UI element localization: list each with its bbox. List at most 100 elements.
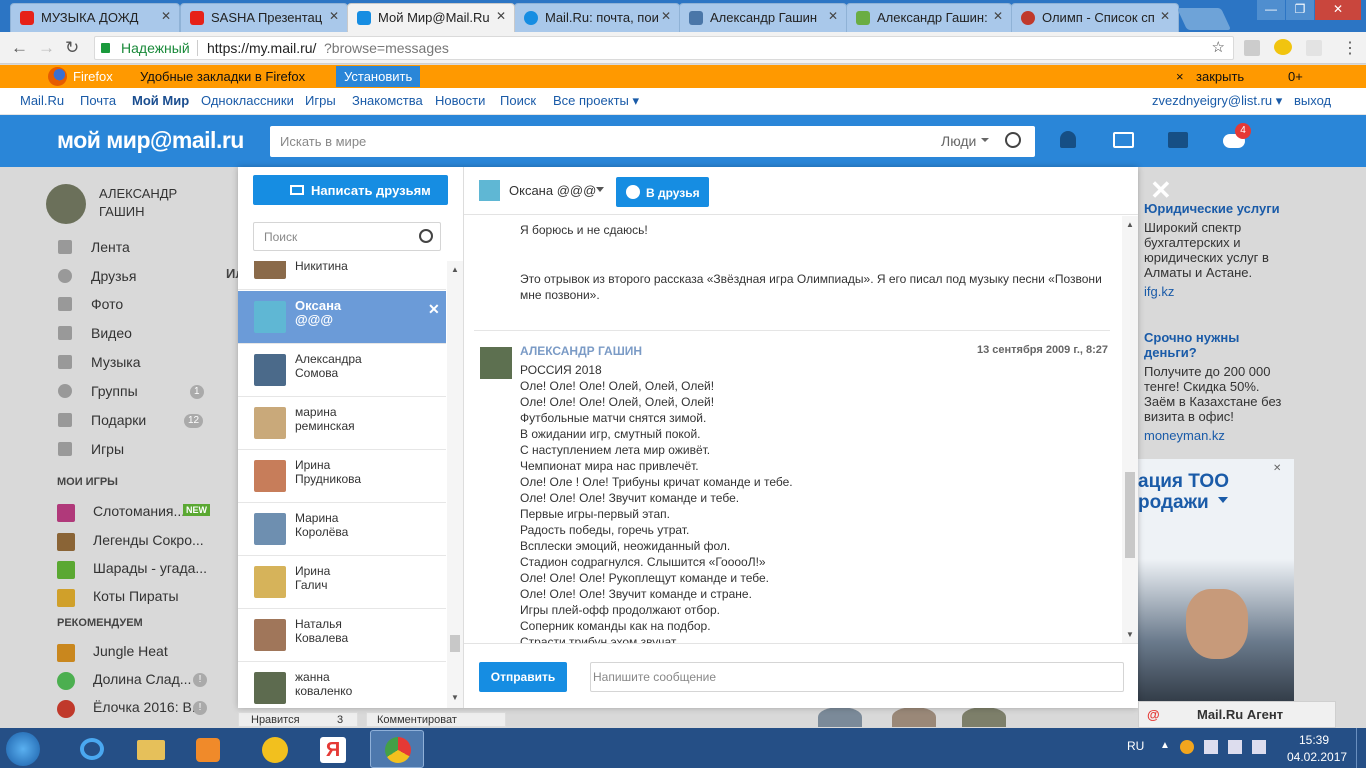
show-desktop-button[interactable] [1356, 728, 1366, 768]
weather-icon[interactable] [1274, 39, 1292, 55]
profile-name-line1[interactable]: АЛЕКСАНДР [99, 186, 177, 201]
avatar[interactable] [818, 707, 862, 727]
chat-icon[interactable] [1113, 132, 1134, 148]
menu-groups[interactable]: Группы [91, 383, 138, 399]
browser-tab-active[interactable]: Мой Мир@Mail.Ru ✕ [347, 3, 515, 32]
avatar[interactable] [480, 347, 512, 379]
portal-link-games[interactable]: Игры [305, 93, 336, 108]
game-jungle-heat[interactable]: Jungle Heat [93, 643, 168, 659]
game-christmas-tree[interactable]: Ёлочка 2016: В... [93, 699, 203, 715]
ad-link[interactable]: moneyman.kz [1144, 428, 1225, 443]
search-icon[interactable] [1005, 132, 1021, 148]
tray-app-icon[interactable] [1180, 740, 1194, 754]
contacts-scrollbar[interactable]: ▲ ▼ [447, 261, 463, 708]
message-author[interactable]: АЛЕКСАНДР ГАШИН [520, 344, 642, 358]
network-icon[interactable] [1252, 740, 1266, 754]
file-explorer-icon[interactable] [124, 730, 178, 768]
portal-link-my-world[interactable]: Мой Мир [132, 93, 189, 108]
avatar[interactable] [962, 707, 1006, 727]
search-scope[interactable]: Люди [941, 133, 976, 149]
game-pirate-cats[interactable]: Коты Пираты [93, 588, 179, 604]
menu-feed[interactable]: Лента [91, 239, 130, 255]
list-item[interactable]: Александра Сомова [238, 344, 446, 397]
add-friend-button[interactable]: В друзья [616, 177, 709, 207]
game-legends[interactable]: Легенды Сокро... [93, 532, 204, 548]
browser-tab[interactable]: Mail.Ru: почта, пои ✕ [514, 3, 680, 32]
minimize-button[interactable]: — [1257, 0, 1285, 20]
avatar[interactable] [46, 184, 86, 224]
start-button[interactable] [6, 732, 40, 766]
close-tab-icon[interactable]: ✕ [828, 9, 838, 23]
close-dialog-button[interactable]: ✕ [1150, 175, 1172, 206]
mailru-agent-bar[interactable]: @ Mail.Ru Агент [1138, 701, 1336, 728]
avatar[interactable] [479, 180, 500, 201]
speaker-icon[interactable] [1204, 740, 1218, 754]
portal-link-ok[interactable]: Одноклассники [201, 93, 294, 108]
internet-explorer-icon[interactable] [66, 730, 120, 768]
list-item[interactable]: Любовь Никитина [238, 261, 446, 290]
banner-ad[interactable]: ✕ ация ТОО родажи [1138, 459, 1294, 719]
close-tab-icon[interactable]: ✕ [496, 9, 506, 23]
install-button[interactable]: Установить [336, 66, 421, 87]
close-tab-icon[interactable]: ✕ [661, 9, 671, 23]
close-tab-icon[interactable]: ✕ [993, 9, 1003, 23]
list-item[interactable]: жанна коваленко [238, 662, 446, 708]
close-icon[interactable]: ✕ [1273, 463, 1281, 474]
list-item[interactable]: Ирина Прудникова [238, 450, 446, 503]
list-item[interactable]: Марина Королёва [238, 503, 446, 556]
browser-tab[interactable]: Олимп - Список сп ✕ [1011, 3, 1179, 32]
clock-date[interactable]: 04.02.2017 [1287, 750, 1347, 764]
menu-video[interactable]: Видео [91, 325, 132, 341]
profile-name-line2[interactable]: ГАШИН [99, 204, 145, 219]
portal-link-news[interactable]: Новости [435, 93, 485, 108]
send-button[interactable]: Отправить [479, 662, 567, 692]
comment-button[interactable]: Комментироват [366, 712, 506, 727]
menu-games[interactable]: Игры [91, 441, 124, 457]
scroll-up-icon[interactable]: ▲ [451, 265, 459, 274]
scroll-down-icon[interactable]: ▼ [451, 693, 459, 702]
messages-icon[interactable] [1168, 132, 1188, 148]
yandex-browser-icon[interactable]: Я [306, 730, 360, 768]
site-logo[interactable]: мой мир@mail.ru [57, 127, 244, 154]
write-friends-button[interactable]: Написать друзьям [253, 175, 448, 205]
menu-gifts[interactable]: Подарки [91, 412, 146, 428]
list-item-selected[interactable]: Оксана @@@ ✕ [238, 291, 446, 344]
scroll-up-icon[interactable]: ▲ [1126, 220, 1134, 229]
action-center-flag-icon[interactable] [1228, 740, 1242, 754]
user-email[interactable]: zvezdnyeigry@list.ru ▾ [1152, 93, 1282, 109]
extension-icon[interactable] [1244, 40, 1260, 56]
clock-time[interactable]: 15:39 [1299, 733, 1329, 747]
close-tab-icon[interactable]: ✕ [1160, 9, 1170, 23]
portal-link-all-projects[interactable]: Все проекты ▾ [553, 93, 639, 109]
chat-contact-name[interactable]: Оксана @@@ [509, 183, 596, 198]
language-indicator[interactable]: RU [1127, 739, 1144, 753]
search-icon[interactable] [419, 229, 433, 243]
chevron-down-icon[interactable] [596, 187, 604, 196]
browser-tab[interactable]: МУЗЫКА ДОЖД ✕ [10, 3, 180, 32]
portal-link-search[interactable]: Поиск [500, 93, 536, 108]
message-input[interactable]: Напишите сообщение [590, 662, 1124, 692]
close-tab-icon[interactable]: ✕ [161, 9, 171, 23]
menu-friends[interactable]: Друзья [91, 268, 136, 284]
browser-tab[interactable]: Александр Гашин ✕ [679, 3, 847, 32]
close-window-button[interactable]: ✕ [1315, 0, 1361, 20]
browser-tab[interactable]: SASHA Презентац ✕ [180, 3, 348, 32]
world-search[interactable]: Искать в мире Люди [270, 126, 1035, 157]
browser-tab[interactable]: Александр Гашин: ✕ [846, 3, 1012, 32]
new-tab-button[interactable] [1176, 8, 1232, 30]
close-promo-link[interactable]: закрыть [1196, 69, 1244, 84]
game-charades[interactable]: Шарады - угада... [93, 560, 207, 576]
chrome-icon[interactable] [370, 730, 424, 768]
extension-icon[interactable] [1306, 40, 1322, 56]
messages-scrollbar[interactable]: ▲ ▼ [1122, 216, 1138, 643]
back-arrow-icon[interactable]: ← [11, 38, 28, 58]
menu-kebab-icon[interactable]: ⋮ [1342, 38, 1358, 58]
close-icon[interactable]: × [1176, 69, 1184, 84]
avatar[interactable] [892, 707, 936, 727]
chevron-down-icon[interactable] [981, 138, 989, 146]
game-sweet-valley[interactable]: Долина Слад... [93, 671, 191, 687]
mail-agent-icon[interactable] [248, 730, 302, 768]
scroll-down-icon[interactable]: ▼ [1126, 630, 1134, 639]
search-input[interactable]: Искать в мире [280, 134, 366, 149]
close-tab-icon[interactable]: ✕ [329, 9, 339, 23]
